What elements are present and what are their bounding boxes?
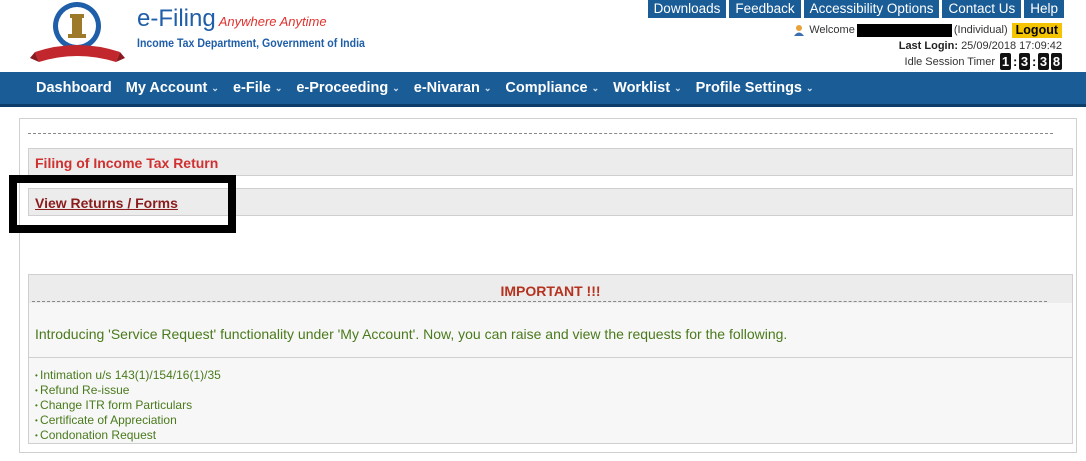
nav-e-file[interactable]: e-File ⌄	[233, 80, 282, 96]
list-item: Intimation u/s 143(1)/154/16(1)/35	[35, 368, 221, 383]
nav-my-account[interactable]: My Account ⌄	[126, 80, 219, 96]
important-text: Introducing 'Service Request' functional…	[35, 326, 788, 342]
filing-section-header: Filing of Income Tax Return	[28, 148, 1073, 176]
user-icon	[794, 25, 805, 36]
brand-name: e-Filing	[137, 5, 216, 32]
logout-button[interactable]: Logout	[1011, 22, 1062, 38]
important-notice: IMPORTANT !!! Introducing 'Service Reque…	[28, 274, 1073, 444]
nav-label: e-Proceeding	[296, 80, 389, 96]
chevron-down-icon: ⌄	[392, 82, 400, 93]
list-item: Refund Re-issue	[35, 383, 221, 398]
chevron-down-icon: ⌄	[591, 82, 600, 93]
last-login-label: Last Login:	[898, 40, 958, 52]
top-links: Downloads Feedback Accessibility Options…	[647, 0, 1064, 18]
timer-display: 1 : 3 : 3 8	[1000, 53, 1062, 70]
nav-label: e-File	[232, 80, 271, 96]
divider	[29, 357, 1072, 358]
user-type: (Individual)	[953, 24, 1008, 36]
redacted-username	[856, 23, 952, 37]
nav-profile-settings[interactable]: Profile Settings ⌄	[696, 80, 814, 96]
important-header: IMPORTANT !!!	[29, 275, 1072, 303]
chevron-down-icon: ⌄	[674, 82, 682, 93]
contact-us-link[interactable]: Contact Us	[942, 0, 1022, 18]
important-title: IMPORTANT !!!	[500, 283, 601, 299]
nav-label: Dashboard	[36, 80, 112, 96]
timer-digit: 3	[1019, 53, 1030, 70]
brand-tagline: Anywhere Anytime	[218, 14, 327, 29]
timer-digit: 3	[1038, 53, 1049, 70]
chevron-down-icon: ⌄	[211, 82, 219, 93]
header: e-Filing Anywhere Anytime Income Tax Depa…	[0, 0, 1086, 72]
nav-label: My Account	[125, 80, 208, 96]
last-login: Last Login: 25/09/2018 17:09:42	[899, 40, 1062, 52]
list-item: Certificate of Appreciation	[35, 413, 221, 428]
timer-separator: :	[1032, 54, 1037, 69]
nav-label: Compliance	[505, 80, 588, 96]
brand-subtitle: Income Tax Department, Government of Ind…	[137, 38, 365, 50]
nav-compliance[interactable]: Compliance ⌄	[505, 80, 599, 96]
last-login-value: 25/09/2018 17:09:42	[961, 40, 1062, 52]
timer-digit: 8	[1051, 53, 1062, 70]
filing-title: Filing of Income Tax Return	[35, 155, 219, 171]
nav-label: e-Nivaran	[413, 80, 480, 96]
accessibility-options-link[interactable]: Accessibility Options	[803, 0, 940, 18]
welcome-label: Welcome	[809, 24, 855, 36]
timer-digit: 1	[1000, 53, 1011, 70]
downloads-link[interactable]: Downloads	[647, 0, 727, 18]
timer-separator: :	[1013, 54, 1018, 69]
dashed-divider	[28, 133, 1053, 134]
main-nav: Dashboard My Account ⌄ e-File ⌄ e-Proceedi…	[0, 72, 1086, 107]
nav-label: Worklist	[613, 80, 671, 96]
service-request-list: Intimation u/s 143(1)/154/16(1)/35 Refun…	[35, 368, 221, 443]
brand-title: e-Filing Anywhere Anytime	[137, 5, 327, 33]
chevron-down-icon: ⌄	[483, 82, 492, 93]
nav-dashboard[interactable]: Dashboard	[36, 80, 112, 96]
nav-e-proceeding[interactable]: e-Proceeding ⌄	[296, 80, 399, 96]
list-item: Change ITR form Particulars	[35, 398, 221, 413]
chevron-down-icon: ⌄	[806, 82, 814, 93]
idle-session-timer: Idle Session Timer 1 : 3 : 3 8	[905, 53, 1062, 70]
chevron-down-icon: ⌄	[274, 82, 283, 93]
income-tax-department-logo[interactable]	[30, 0, 125, 70]
dashed-divider	[32, 301, 1047, 302]
feedback-link[interactable]: Feedback	[729, 0, 801, 18]
nav-label: Profile Settings	[695, 80, 802, 96]
help-link[interactable]: Help	[1024, 0, 1064, 18]
nav-worklist[interactable]: Worklist ⌄	[613, 80, 682, 96]
highlight-annotation-box	[9, 175, 236, 233]
idle-label: Idle Session Timer	[904, 55, 995, 68]
nav-e-nivaran[interactable]: e-Nivaran ⌄	[414, 80, 492, 96]
list-item: Condonation Request	[35, 428, 221, 443]
welcome-row: Welcome (Individual) Logout	[793, 22, 1062, 38]
